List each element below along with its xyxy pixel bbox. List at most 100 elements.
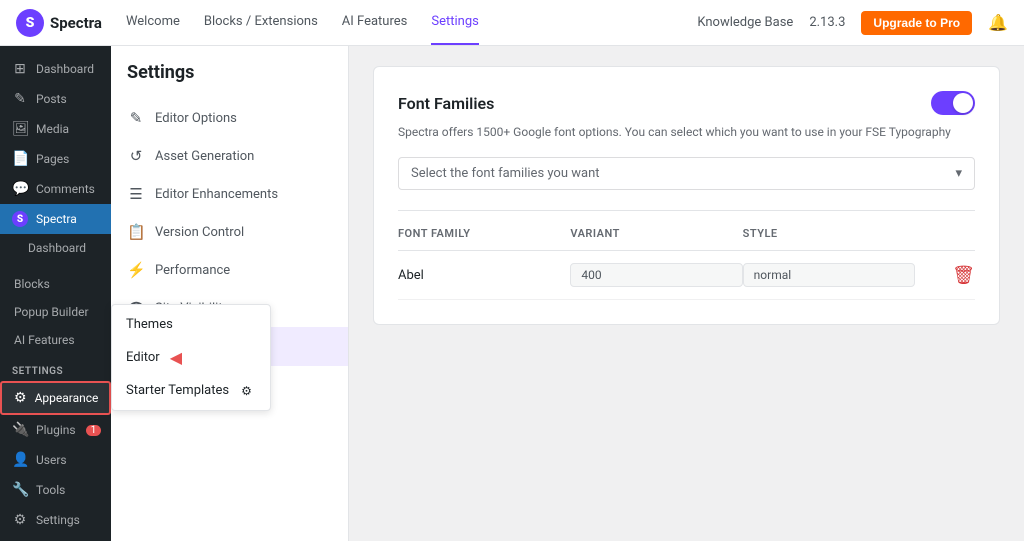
sidebar-label-appearance: Appearance [35, 391, 99, 405]
sidebar-label-plugins: Plugins [36, 423, 76, 437]
logo-text: Spectra [50, 14, 102, 32]
font-families-title: Font Families [398, 94, 494, 113]
style-value: normal [743, 263, 915, 287]
sidebar-label-spectra: Spectra [36, 212, 77, 226]
col-font-family: Font Family [398, 227, 570, 240]
sidebar-label-tools: Tools [36, 483, 65, 497]
dropdown-item-editor[interactable]: Editor ◀ [112, 340, 270, 375]
sidebar-item-comments[interactable]: 💬 Comments [0, 174, 111, 204]
sidebar-item-spectra-dashboard[interactable]: Dashboard [0, 234, 111, 262]
sidebar-item-tools[interactable]: 🔧 Tools [0, 475, 111, 505]
sidebar-item-performance[interactable]: ⚡ Performance [111, 251, 348, 289]
sidebar-item-asset-generation[interactable]: ↺ Asset Generation [111, 137, 348, 175]
sidebar-label-dashboard: Dashboard [36, 62, 94, 76]
editor-options-icon: ✎ [127, 109, 145, 127]
spectra-icon: S [12, 211, 28, 227]
notifications-icon[interactable]: 🔔 [988, 13, 1008, 32]
top-nav-links: Welcome Blocks / Extensions AI Features … [126, 0, 697, 45]
starter-templates-label: Starter Templates [126, 383, 229, 398]
font-families-card: Font Families Spectra offers 1500+ Googl… [373, 66, 1000, 325]
themes-label: Themes [126, 317, 173, 332]
font-families-description: Spectra offers 1500+ Google font options… [398, 123, 975, 141]
dropdown-chevron-icon: ▾ [955, 166, 962, 181]
editor-enhancements-label: Editor Enhancements [155, 187, 278, 202]
main-layout: ⊞ Dashboard ✎ Posts 🖼 Media 📄 Pages 💬 Co… [0, 46, 1024, 541]
spectra-sidebar: Settings ✎ Editor Options ↺ Asset Genera… [111, 46, 349, 541]
settings-icon: ⚙ [12, 512, 28, 528]
nav-ai-features[interactable]: AI Features [342, 0, 408, 45]
sidebar-label-comments: Comments [36, 182, 95, 196]
plugins-icon: 🔌 [12, 422, 28, 438]
sidebar-label-posts: Posts [36, 92, 67, 106]
sidebar-item-blocks[interactable]: Blocks [0, 270, 111, 298]
sidebar-item-posts[interactable]: ✎ Posts [0, 84, 111, 114]
sidebar-label-settings: Settings [36, 513, 80, 527]
version-control-label: Version Control [155, 225, 244, 240]
sidebar-item-settings[interactable]: ⚙ Settings [0, 505, 111, 535]
font-table-header: Font Family Variant Style [398, 227, 975, 251]
asset-generation-label: Asset Generation [155, 149, 254, 164]
wp-sidebar: ⊞ Dashboard ✎ Posts 🖼 Media 📄 Pages 💬 Co… [0, 46, 111, 541]
sidebar-label-users: Users [36, 453, 67, 467]
dropdown-item-themes[interactable]: Themes [112, 309, 270, 340]
comments-icon: 💬 [12, 181, 28, 197]
sidebar-item-editor-options[interactable]: ✎ Editor Options [111, 99, 348, 137]
sidebar-label-ai-features: AI Features [14, 333, 75, 347]
dashboard-icon: ⊞ [12, 61, 28, 77]
logo-icon: S [16, 9, 44, 37]
delete-button[interactable]: 🗑 [915, 265, 975, 286]
font-families-header: Font Families [398, 91, 975, 115]
editor-enhancements-icon: ☰ [127, 185, 145, 203]
version-control-icon: 📋 [127, 223, 145, 241]
dropdown-item-starter-templates[interactable]: Starter Templates ⚙ [112, 375, 270, 406]
pages-icon: 📄 [12, 151, 28, 167]
editor-options-label: Editor Options [155, 111, 237, 126]
sidebar-label-blocks: Blocks [14, 277, 50, 291]
nav-blocks-extensions[interactable]: Blocks / Extensions [204, 0, 318, 45]
logo[interactable]: S Spectra [16, 9, 102, 37]
sidebar-label-spectra-dashboard: Dashboard [28, 241, 86, 255]
nav-settings[interactable]: Settings [431, 0, 478, 45]
sidebar-item-appearance[interactable]: ⚙ Appearance [0, 381, 111, 415]
sidebar-item-dashboard[interactable]: ⊞ Dashboard [0, 54, 111, 84]
sidebar-item-plugins[interactable]: 🔌 Plugins 1 [0, 415, 111, 445]
main-content: Font Families Spectra offers 1500+ Googl… [349, 46, 1024, 541]
sidebar-item-popup-builder[interactable]: Popup Builder [0, 298, 111, 326]
asset-generation-icon: ↺ [127, 147, 145, 165]
performance-icon: ⚡ [127, 261, 145, 279]
font-families-toggle[interactable] [931, 91, 975, 115]
sidebar-item-spectra[interactable]: S Spectra [0, 204, 111, 234]
top-nav-right: Knowledge Base 2.13.3 Upgrade to Pro 🔔 [697, 11, 1008, 35]
font-table: Font Family Variant Style Abel 400 norma… [398, 210, 975, 300]
font-family-value: Abel [398, 268, 570, 283]
version-number: 2.13.3 [809, 15, 845, 30]
sidebar-item-users[interactable]: 👤 Users [0, 445, 111, 475]
nav-welcome[interactable]: Welcome [126, 0, 180, 45]
arrow-icon: ◀ [170, 348, 182, 367]
sidebar-label-media: Media [36, 122, 69, 136]
sidebar-item-version-control[interactable]: 📋 Version Control [111, 213, 348, 251]
variant-value: 400 [570, 263, 742, 287]
sidebar-label-popup-builder: Popup Builder [14, 305, 89, 319]
col-actions [915, 227, 975, 240]
plugins-badge: 1 [86, 425, 102, 436]
knowledge-base-link[interactable]: Knowledge Base [697, 15, 793, 30]
editor-label: Editor [126, 350, 160, 365]
upgrade-button[interactable]: Upgrade to Pro [861, 11, 972, 35]
col-variant: Variant [570, 227, 742, 240]
font-select-placeholder: Select the font families you want [411, 166, 600, 181]
sidebar-label-pages: Pages [36, 152, 69, 166]
col-style: Style [743, 227, 915, 240]
media-icon: 🖼 [12, 121, 28, 137]
appearance-icon: ⚙ [14, 390, 27, 406]
sidebar-item-pages[interactable]: 📄 Pages [0, 144, 111, 174]
spectra-sidebar-title: Settings [111, 62, 348, 99]
sidebar-item-ai-features[interactable]: AI Features [0, 326, 111, 354]
font-select-dropdown[interactable]: Select the font families you want ▾ [398, 157, 975, 190]
appearance-dropdown: Themes Editor ◀ Starter Templates ⚙ [111, 304, 271, 411]
performance-label: Performance [155, 263, 230, 278]
posts-icon: ✎ [12, 91, 28, 107]
toggle-knob [953, 93, 973, 113]
sidebar-item-editor-enhancements[interactable]: ☰ Editor Enhancements [111, 175, 348, 213]
sidebar-item-media[interactable]: 🖼 Media [0, 114, 111, 144]
